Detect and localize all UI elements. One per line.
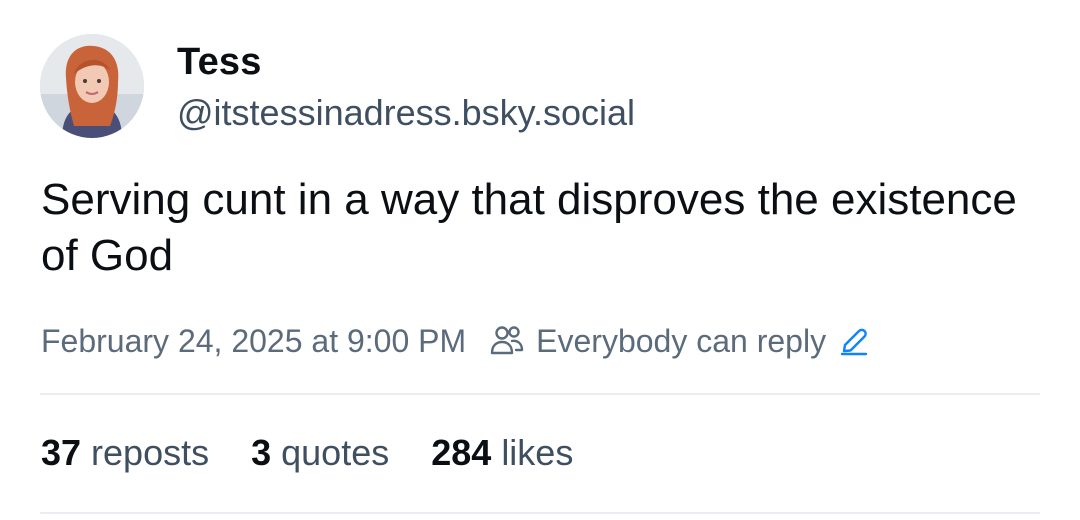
quotes-label: quotes — [281, 432, 390, 473]
reposts-count: 37 — [41, 432, 82, 473]
quotes-stat[interactable]: 3 quotes — [251, 430, 389, 476]
people-icon — [488, 322, 526, 360]
post-thread-card: Tess @itstessinadress.bsky.social Servin… — [0, 0, 1080, 520]
pencil-icon[interactable] — [838, 325, 870, 357]
divider — [40, 512, 1040, 514]
post-meta-row: February 24, 2025 at 9:00 PM Everybody c… — [41, 318, 870, 364]
post-text: Serving cunt in a way that disproves the… — [41, 175, 1017, 280]
likes-stat[interactable]: 284 likes — [431, 430, 573, 476]
likes-count: 284 — [431, 432, 492, 473]
author-display-name[interactable]: Tess — [177, 38, 262, 86]
reposts-stat[interactable]: 37 reposts — [41, 430, 209, 476]
likes-label: likes — [501, 432, 574, 473]
avatar-photo-icon — [40, 34, 144, 138]
avatar[interactable] — [40, 34, 144, 138]
divider — [40, 393, 1040, 395]
reposts-label: reposts — [91, 432, 210, 473]
post-timestamp: February 24, 2025 at 9:00 PM — [41, 322, 467, 359]
quotes-count: 3 — [251, 432, 272, 473]
reply-setting-label[interactable]: Everybody can reply — [536, 323, 826, 360]
author-handle[interactable]: @itstessinadress.bsky.social — [177, 90, 635, 136]
engagement-stats: 37 reposts 3 quotes 284 likes — [41, 430, 615, 476]
